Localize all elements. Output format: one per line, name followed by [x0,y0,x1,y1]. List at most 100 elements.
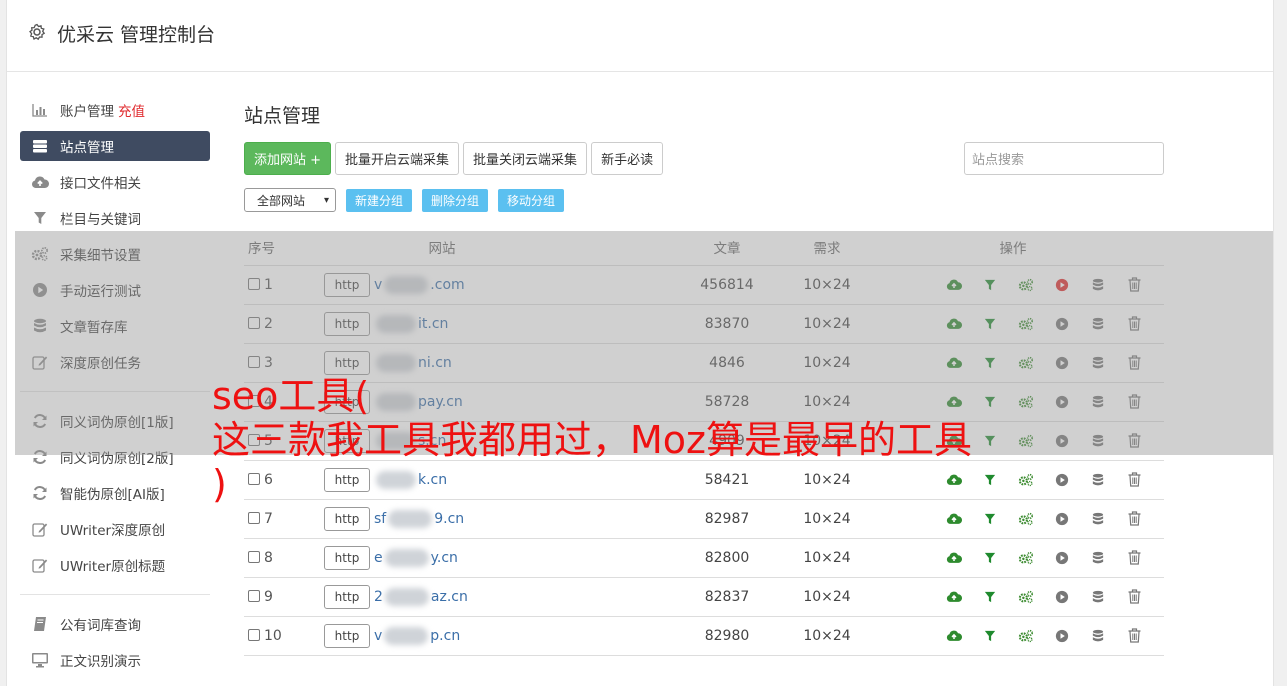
newbie-guide-button[interactable]: 新手必读 [591,142,664,175]
sidebar-item-b-3[interactable]: UWriter深度原创 [20,514,210,544]
sidebar-item-b-0[interactable]: 同义词伪原创[1版] [20,406,210,436]
cell-articles[interactable]: 456814 [682,265,772,305]
database-icon[interactable] [1080,353,1116,373]
database-icon[interactable] [1080,509,1116,529]
cell-demand[interactable]: 10×24 [772,538,882,578]
trash-icon[interactable] [1116,587,1152,607]
database-icon[interactable] [1080,587,1116,607]
protocol-badge[interactable]: http [324,311,370,336]
sidebar-item-a-5[interactable]: 手动运行测试 [20,275,210,305]
trash-icon[interactable] [1116,431,1152,451]
cell-demand[interactable]: 10×24 [772,265,882,305]
cell-articles[interactable]: 83870 [682,304,772,344]
cell-demand[interactable]: 10×24 [772,577,882,617]
trash-icon[interactable] [1116,275,1152,295]
gears-icon[interactable] [1008,587,1044,607]
batch-close-cloud-button[interactable]: 批量关闭云端采集 [463,142,588,175]
database-icon[interactable] [1080,275,1116,295]
sidebar-item-b-2[interactable]: 智能伪原创[AI版] [20,478,210,508]
filter-icon[interactable] [972,587,1008,607]
play-icon[interactable] [1044,314,1080,334]
filter-icon[interactable] [972,275,1008,295]
trash-icon[interactable] [1116,626,1152,646]
site-domain-prefix[interactable]: e [374,550,383,566]
sidebar-item-a-7[interactable]: 深度原创任务 [20,347,210,377]
sidebar-item-a-2[interactable]: 接口文件相关 [20,167,210,197]
site-domain-suffix[interactable]: p.cn [430,628,460,644]
row-checkbox[interactable] [248,316,260,329]
cell-articles[interactable]: 82837 [682,577,772,617]
site-domain-prefix[interactable]: 2 [374,589,383,605]
cloud-upload-icon[interactable] [936,548,972,568]
trash-icon[interactable] [1116,470,1152,490]
cloud-upload-icon[interactable] [936,353,972,373]
cell-articles[interactable]: 82980 [682,616,772,656]
database-icon[interactable] [1080,626,1116,646]
sidebar-item-b-1[interactable]: 同义词伪原创[2版] [20,442,210,472]
protocol-badge[interactable]: http [324,272,370,297]
protocol-badge[interactable]: http [324,545,370,570]
play-icon[interactable] [1044,626,1080,646]
new-group-button[interactable]: 新建分组 [346,188,413,212]
site-domain-suffix[interactable]: it.cn [418,316,448,332]
gear-icon[interactable] [27,22,47,42]
sidebar-item-b-4[interactable]: UWriter原创标题 [20,550,210,580]
row-checkbox[interactable] [248,550,260,563]
cell-demand[interactable]: 10×24 [772,304,882,344]
cell-articles[interactable]: 82800 [682,538,772,578]
sidebar-item-c-1[interactable]: 正文识别演示 [20,645,210,675]
play-icon[interactable] [1044,548,1080,568]
add-site-button[interactable]: 添加网站 + [244,142,332,175]
site-group-select[interactable]: 全部网站 ▾ [244,188,336,212]
filter-icon[interactable] [972,509,1008,529]
site-domain-prefix[interactable]: v [374,277,382,293]
row-checkbox[interactable] [248,628,260,641]
site-domain-suffix[interactable]: az.cn [431,589,468,605]
database-icon[interactable] [1080,314,1116,334]
site-domain-suffix[interactable]: .com [430,277,464,293]
sidebar-item-a-1[interactable]: 站点管理 [20,131,210,161]
sidebar-item-a-0[interactable]: 账户管理 充值 [20,95,210,125]
sidebar-item-a-6[interactable]: 文章暂存库 [20,311,210,341]
cell-demand[interactable]: 10×24 [772,616,882,656]
trash-icon[interactable] [1116,392,1152,412]
row-checkbox[interactable] [248,511,260,524]
cloud-upload-icon[interactable] [936,509,972,529]
sidebar-item-a-3[interactable]: 栏目与关键词 [20,203,210,233]
sidebar-item-a-4[interactable]: 采集细节设置 [20,239,210,269]
site-domain-prefix[interactable]: sf [374,511,386,527]
move-group-button[interactable]: 移动分组 [498,188,565,212]
row-checkbox[interactable] [248,277,260,290]
filter-icon[interactable] [972,548,1008,568]
gears-icon[interactable] [1008,509,1044,529]
sidebar-item-c-0[interactable]: 公有词库查询 [20,609,210,639]
gears-icon[interactable] [1008,353,1044,373]
protocol-badge[interactable]: http [324,584,370,609]
row-checkbox[interactable] [248,589,260,602]
protocol-badge[interactable]: http [324,350,370,375]
site-domain-suffix[interactable]: y.cn [431,550,458,566]
row-checkbox[interactable] [248,355,260,368]
recharge-link[interactable]: 充值 [118,100,145,120]
batch-open-cloud-button[interactable]: 批量开启云端采集 [335,142,460,175]
play-icon[interactable] [1044,275,1080,295]
database-icon[interactable] [1080,548,1116,568]
cloud-upload-icon[interactable] [936,587,972,607]
cloud-upload-icon[interactable] [936,626,972,646]
gears-icon[interactable] [1008,275,1044,295]
cloud-upload-icon[interactable] [936,275,972,295]
gears-icon[interactable] [1008,548,1044,568]
site-search-input[interactable]: 站点搜索 [964,142,1164,175]
protocol-badge[interactable]: http [324,506,370,531]
site-domain-suffix[interactable]: ni.cn [418,355,452,371]
filter-icon[interactable] [972,626,1008,646]
cloud-upload-icon[interactable] [936,314,972,334]
trash-icon[interactable] [1116,353,1152,373]
gears-icon[interactable] [1008,626,1044,646]
play-icon[interactable] [1044,353,1080,373]
site-domain-suffix[interactable]: 9.cn [434,511,464,527]
play-icon[interactable] [1044,587,1080,607]
filter-icon[interactable] [972,353,1008,373]
trash-icon[interactable] [1116,509,1152,529]
trash-icon[interactable] [1116,548,1152,568]
